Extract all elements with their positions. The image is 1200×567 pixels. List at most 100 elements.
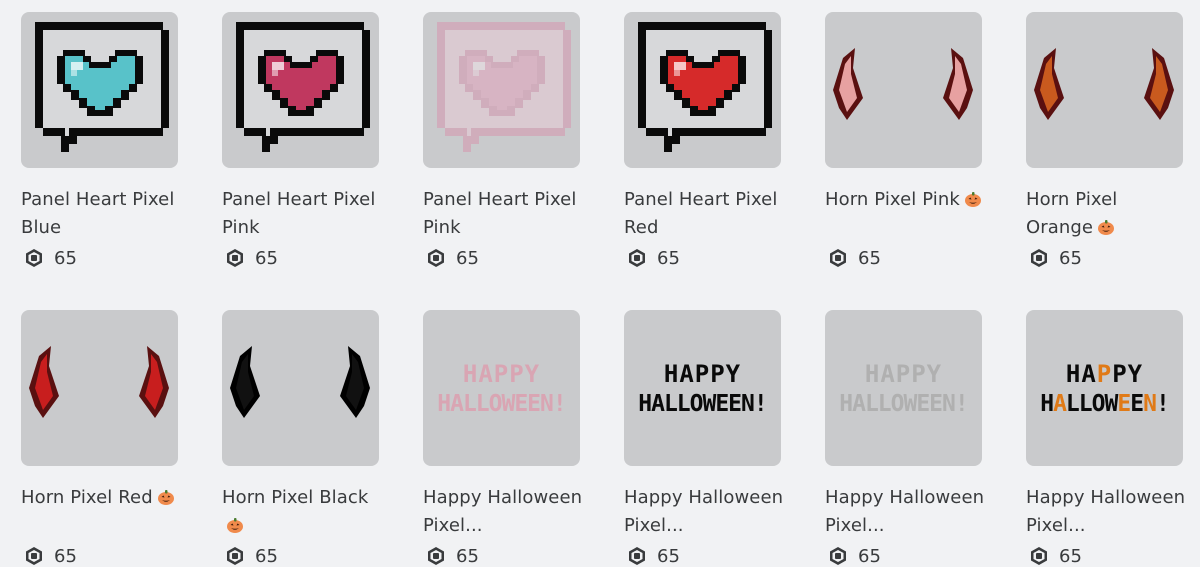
robux-icon: [227, 249, 243, 267]
item-name[interactable]: Panel Heart Pixel Blue: [21, 186, 181, 242]
heart-panel-image: [437, 22, 571, 152]
item-thumbnail[interactable]: [825, 12, 982, 168]
thumb-text-line: HAPPY: [664, 360, 741, 388]
happy-halloween-image: HAPPY HALLOWEEN!: [437, 360, 566, 417]
robux-icon: [26, 249, 42, 267]
item-price: 65: [423, 247, 581, 269]
item-name[interactable]: Horn Pixel Pink: [825, 186, 985, 242]
price-value: 65: [255, 545, 278, 567]
robux-icon: [428, 249, 444, 267]
catalog-item-card[interactable]: Panel Heart Pixel Red 65: [624, 12, 784, 269]
price-value: 65: [657, 247, 680, 269]
catalog-item-card[interactable]: HAPPY HALLOWEEN! Happy Halloween Pixel... 6…: [1026, 310, 1186, 567]
horns-image: [833, 48, 973, 120]
item-price: 65: [1026, 545, 1184, 567]
horns-image: [1034, 48, 1174, 120]
item-name[interactable]: Panel Heart Pixel Red: [624, 186, 784, 242]
catalog-item-card[interactable]: Panel Heart Pixel Pink 65: [423, 12, 583, 269]
item-thumbnail[interactable]: [423, 12, 580, 168]
item-name-text: Panel Heart Pixel Pink: [423, 189, 577, 238]
thumb-text-line: HALLOWEEN!: [437, 391, 565, 417]
horns-image: [29, 346, 169, 418]
item-name[interactable]: Horn Pixel Black: [222, 484, 382, 540]
item-name-text: Panel Heart Pixel Blue: [21, 189, 175, 238]
price-value: 65: [456, 545, 479, 567]
item-price: 65: [825, 247, 983, 269]
item-name-text: Happy Halloween Pixel...: [423, 487, 583, 536]
item-name[interactable]: Horn Pixel Red: [21, 484, 181, 540]
item-price: 65: [624, 545, 782, 567]
robux-icon: [1031, 249, 1047, 267]
item-thumbnail[interactable]: [222, 310, 379, 466]
item-thumbnail[interactable]: [21, 12, 178, 168]
price-value: 65: [858, 247, 881, 269]
item-thumbnail[interactable]: [1026, 12, 1183, 168]
item-name[interactable]: Horn Pixel Orange: [1026, 186, 1186, 242]
robux-icon: [26, 547, 42, 565]
price-value: 65: [54, 247, 77, 269]
item-name[interactable]: Happy Halloween Pixel...: [423, 484, 583, 540]
item-name[interactable]: Happy Halloween Pixel...: [624, 484, 784, 540]
catalog-item-card[interactable]: Horn Pixel Pink 65: [825, 12, 985, 269]
item-name-text: Happy Halloween Pixel...: [825, 487, 985, 536]
item-thumbnail[interactable]: [624, 12, 781, 168]
item-price: 65: [21, 545, 179, 567]
catalog-item-card[interactable]: HAPPY HALLOWEEN! Happy Halloween Pixel... 6…: [825, 310, 985, 567]
item-thumbnail[interactable]: [21, 310, 178, 466]
catalog-item-card[interactable]: Horn Pixel Red 65: [21, 310, 181, 567]
thumb-text-line: HAPPY: [865, 360, 942, 388]
item-thumbnail[interactable]: HAPPY HALLOWEEN!: [423, 310, 580, 466]
item-name-text: Horn Pixel Red: [21, 487, 153, 508]
item-price: 65: [222, 545, 380, 567]
happy-halloween-image: HAPPY HALLOWEEN!: [638, 360, 767, 417]
catalog-item-card[interactable]: Horn Pixel Orange 65: [1026, 12, 1186, 269]
item-thumbnail[interactable]: [222, 12, 379, 168]
item-price: 65: [624, 247, 782, 269]
item-thumbnail[interactable]: HAPPY HALLOWEEN!: [825, 310, 982, 466]
happy-halloween-image: HAPPY HALLOWEEN!: [1040, 360, 1170, 417]
catalog-item-card[interactable]: Horn Pixel Black 65: [222, 310, 382, 567]
thumb-text-line: HAPPY: [1066, 360, 1143, 388]
catalog-item-card[interactable]: Panel Heart Pixel Pink 65: [222, 12, 382, 269]
robux-icon: [830, 547, 846, 565]
item-name-text: Horn Pixel Black: [222, 487, 369, 508]
item-thumbnail[interactable]: HAPPY HALLOWEEN!: [1026, 310, 1183, 466]
pumpkin-icon: [227, 518, 243, 533]
price-value: 65: [255, 247, 278, 269]
heart-panel-image: [35, 22, 169, 152]
item-name-text: Panel Heart Pixel Pink: [222, 189, 376, 238]
pumpkin-icon: [964, 192, 981, 207]
item-name-text: Panel Heart Pixel Red: [624, 189, 778, 238]
price-value: 65: [1059, 545, 1082, 567]
robux-icon: [629, 547, 645, 565]
item-name[interactable]: Panel Heart Pixel Pink: [423, 186, 583, 242]
robux-icon: [830, 249, 846, 267]
price-value: 65: [1059, 247, 1082, 269]
item-price: 65: [423, 545, 581, 567]
item-name[interactable]: Panel Heart Pixel Pink: [222, 186, 382, 242]
thumb-text-line: HAPPY: [463, 360, 540, 388]
happy-halloween-image: HAPPY HALLOWEEN!: [839, 360, 968, 417]
item-thumbnail[interactable]: HAPPY HALLOWEEN!: [624, 310, 781, 466]
catalog-item-card[interactable]: HAPPY HALLOWEEN! Happy Halloween Pixel... 6…: [423, 310, 583, 567]
item-price: 65: [825, 545, 983, 567]
pumpkin-icon: [157, 490, 174, 505]
item-name[interactable]: Happy Halloween Pixel...: [825, 484, 985, 540]
item-name-text: Happy Halloween Pixel...: [624, 487, 784, 536]
price-value: 65: [657, 545, 680, 567]
robux-icon: [227, 547, 243, 565]
price-value: 65: [456, 247, 479, 269]
item-name[interactable]: Happy Halloween Pixel...: [1026, 484, 1186, 540]
catalog-grid: Panel Heart Pixel Blue 65 Panel Heart Pixe…: [0, 0, 1200, 567]
catalog-item-card[interactable]: HAPPY HALLOWEEN! Happy Halloween Pixel... 6…: [624, 310, 784, 567]
heart-panel-image: [236, 22, 370, 152]
pumpkin-icon: [1098, 220, 1115, 235]
price-value: 65: [858, 545, 881, 567]
catalog-item-card[interactable]: Panel Heart Pixel Blue 65: [21, 12, 181, 269]
robux-icon: [428, 547, 444, 565]
item-price: 65: [1026, 247, 1184, 269]
robux-icon: [1031, 547, 1047, 565]
price-value: 65: [54, 545, 77, 567]
heart-panel-image: [638, 22, 772, 152]
item-price: 65: [21, 247, 179, 269]
